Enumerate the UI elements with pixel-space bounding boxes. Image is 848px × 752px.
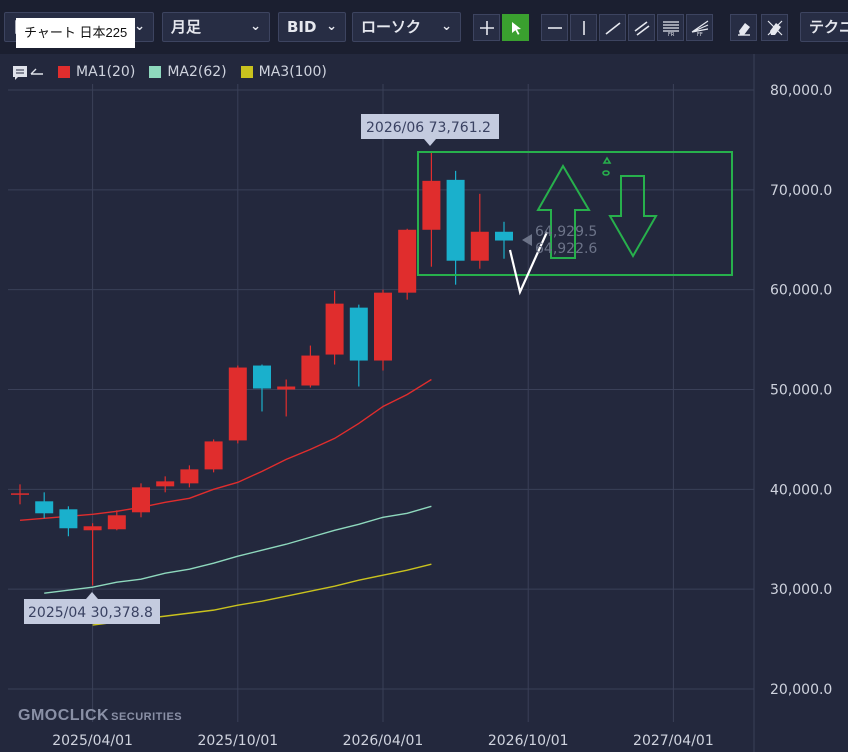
- x-tick-label: 2026/04/01: [343, 733, 424, 749]
- candle-body: [349, 307, 368, 361]
- small-mark-drawing[interactable]: [602, 156, 612, 176]
- x-tick-label: 2026/10/01: [488, 733, 569, 749]
- y-tick-label: 70,000.0: [770, 183, 832, 199]
- candle-body: [83, 526, 102, 531]
- last-price-top: 64,929.5: [535, 224, 597, 240]
- low-annotation: 2025/04 30,378.8: [24, 592, 160, 624]
- candlesticks: [11, 152, 513, 586]
- candle-body: [495, 231, 513, 241]
- high-annotation-pointer: [424, 139, 436, 146]
- y-tick-label: 50,000.0: [770, 383, 832, 399]
- x-tick-label: 2027/04/01: [633, 733, 714, 749]
- candle-body: [228, 367, 247, 441]
- candle-body: [204, 441, 223, 470]
- candle-body: [325, 303, 344, 355]
- candle-body: [132, 487, 150, 513]
- candle-body: [253, 365, 271, 389]
- low-annotation-pointer: [86, 592, 98, 599]
- moving-averages: [19, 378, 432, 626]
- ma-line-1: [19, 378, 432, 521]
- y-tick-label: 20,000.0: [770, 682, 832, 698]
- last-price-pointer: [522, 234, 532, 246]
- high-annotation-text: 2026/06 73,761.2: [366, 120, 491, 136]
- high-annotation: 2026/06 73,761.2: [361, 114, 499, 146]
- y-axis: 20,000.0 30,000.0 40,000.0 50,000.0 60,000.0…: [770, 83, 832, 698]
- candle-body: [301, 355, 320, 386]
- price-chart[interactable]: 20,000.0 30,000.0 40,000.0 50,000.0 60,000.0…: [0, 0, 848, 752]
- candle-body: [470, 231, 489, 261]
- last-price-markers: 64,929.5 64,922.6: [522, 224, 597, 257]
- brand-sub: SECURITIES: [111, 711, 183, 723]
- candle-body: [374, 292, 392, 361]
- candle-body: [156, 481, 175, 487]
- down-arrow-drawing[interactable]: [608, 175, 658, 259]
- brand-name: GMOCLICK: [18, 707, 110, 724]
- candle-body: [107, 515, 126, 530]
- last-price-bottom: 64,922.6: [535, 241, 597, 257]
- drawing-annotations[interactable]: [417, 151, 733, 296]
- y-tick-label: 80,000.0: [770, 83, 832, 99]
- candle-body: [422, 180, 441, 230]
- candle-body: [446, 179, 465, 261]
- y-tick-label: 30,000.0: [770, 582, 832, 598]
- candle-body: [59, 509, 78, 529]
- x-tick-label: 2025/04/01: [52, 733, 133, 749]
- candle-body: [180, 469, 199, 484]
- x-tick-label: 2025/10/01: [197, 733, 278, 749]
- low-annotation-text: 2025/04 30,378.8: [28, 605, 153, 621]
- candle-body: [277, 386, 296, 390]
- y-tick-label: 60,000.0: [770, 283, 832, 299]
- candle-body: [35, 501, 54, 514]
- candle-body: [11, 493, 29, 495]
- brand-watermark: GMOCLICK SECURITIES: [18, 707, 182, 725]
- y-tick-label: 40,000.0: [770, 482, 832, 498]
- candle-body: [398, 229, 417, 293]
- x-axis: 2025/04/01 2025/10/01 2026/04/01 2026/10/01…: [52, 733, 714, 749]
- grid: [8, 54, 755, 752]
